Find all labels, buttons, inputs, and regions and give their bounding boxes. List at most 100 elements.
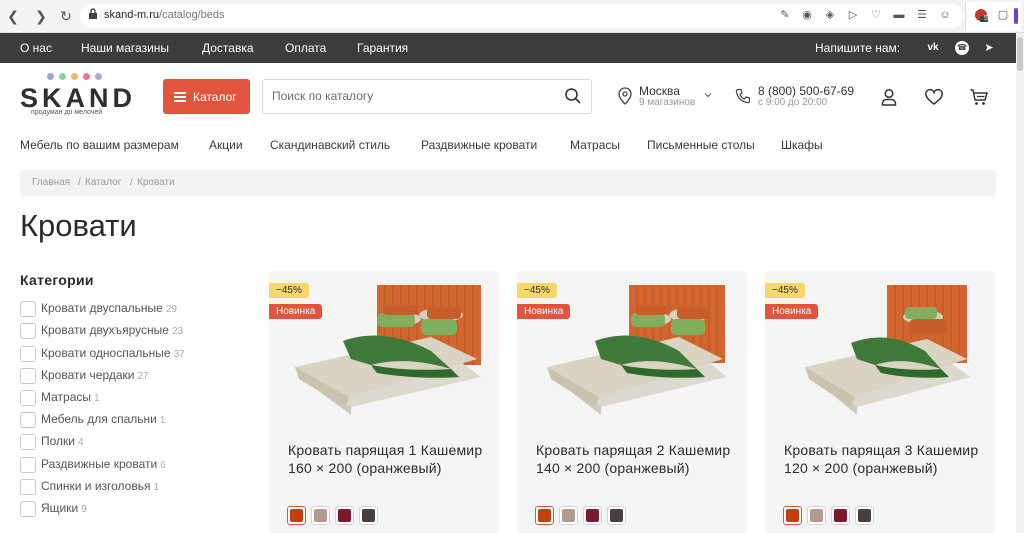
logo-dot (95, 73, 102, 80)
product-card[interactable]: −45% Новинка Кровать парящая 2 Кашемир 1… (517, 271, 747, 533)
checkbox[interactable] (20, 412, 36, 428)
new-badge: Новинка (269, 304, 323, 319)
url-text: skand-m.ru/catalog/beds (104, 9, 225, 21)
phone-icon (735, 88, 751, 104)
swatch-orange[interactable] (287, 506, 306, 525)
nav-desks[interactable]: Письменные столы (647, 138, 755, 152)
forward-icon[interactable]: ❯ (33, 8, 49, 24)
wallet-icon[interactable]: ▬ (892, 8, 906, 22)
swatch-dark-brown[interactable] (359, 506, 378, 525)
nav-mattresses[interactable]: Матрасы (570, 138, 620, 152)
breadcrumb-current: Кровати (137, 177, 175, 188)
logo-tagline: продуман до мелочей (31, 109, 103, 116)
checkbox[interactable] (20, 368, 36, 384)
product-image[interactable] (281, 279, 491, 429)
checkbox[interactable] (20, 457, 36, 473)
swatch-burgundy[interactable] (335, 506, 354, 525)
cube-icon[interactable]: ▢ (996, 8, 1010, 22)
cart-icon[interactable] (969, 87, 989, 107)
new-badge: Новинка (517, 304, 571, 319)
new-badge: Новинка (765, 304, 819, 319)
catalog-button[interactable]: Каталог (163, 79, 250, 114)
swatch-beige[interactable] (807, 506, 826, 525)
breadcrumb-home[interactable]: Главная (32, 177, 70, 188)
checkbox[interactable] (20, 501, 36, 517)
page-title: Кровати (20, 208, 137, 243)
checkbox[interactable] (20, 323, 36, 339)
product-title[interactable]: Кровать парящая 2 Кашемир 140 × 200 (ора… (536, 442, 736, 477)
product-title[interactable]: Кровать парящая 3 Кашемир 120 × 200 (ора… (784, 442, 984, 477)
telegram-icon[interactable]: ➤ (982, 41, 996, 55)
discount-badge: −45% (517, 283, 557, 298)
breadcrumb-catalog[interactable]: Каталог (85, 177, 121, 188)
logo-dot (71, 73, 78, 80)
nav-wardrobes[interactable]: Шкафы (781, 138, 823, 152)
product-image[interactable] (777, 279, 987, 429)
topbar-link-warranty[interactable]: Гарантия (357, 41, 408, 55)
product-card[interactable]: −45% Новинка Кровать парящая 1 Кашемир 1… (269, 271, 499, 533)
whatsapp-icon[interactable]: ☎ (955, 41, 969, 55)
nav-scandinavian[interactable]: Скандинавский стиль (270, 138, 390, 152)
phone-number[interactable]: 8 (800) 500-67-69 (758, 84, 854, 98)
checkbox[interactable] (20, 346, 36, 362)
swatch-beige[interactable] (559, 506, 578, 525)
breadcrumb-sep: / (130, 177, 133, 188)
swatch-orange[interactable] (535, 506, 554, 525)
send-icon[interactable]: ▷ (846, 8, 860, 22)
search-box (262, 79, 592, 114)
swatch-beige[interactable] (311, 506, 330, 525)
search-input[interactable] (272, 89, 552, 103)
menu-list-icon[interactable]: ☰ (915, 8, 929, 22)
shield-icon[interactable]: ◈ (823, 8, 837, 22)
scrollbar-thumb[interactable] (1017, 37, 1023, 71)
swatch-burgundy[interactable] (831, 506, 850, 525)
heart-icon[interactable]: ♡ (869, 8, 883, 22)
swatch-dark-brown[interactable] (855, 506, 874, 525)
breadcrumb-sep: / (78, 177, 81, 188)
extension-count: 5 (984, 15, 988, 22)
nav-custom-size[interactable]: Мебель по вашим размерам (20, 138, 179, 152)
search-icon[interactable] (564, 87, 582, 105)
scrollbar[interactable] (1016, 33, 1024, 533)
burger-icon (174, 92, 186, 102)
profile-icon[interactable]: ☺ (938, 8, 952, 22)
topbar-link-payment[interactable]: Оплата (285, 41, 326, 55)
location-pin-icon (618, 87, 632, 105)
logo-dot (59, 73, 66, 80)
chevron-down-icon[interactable] (704, 91, 712, 99)
browser-toolbar: ❮ ❯ ↻ skand-m.ru/catalog/beds ✎ ◉ ◈ ▷ ♡ … (0, 0, 1024, 33)
nav-sliding-beds[interactable]: Раздвижные кровати (421, 138, 537, 152)
checkbox[interactable] (20, 301, 36, 317)
breadcrumb: Главная / Каталог / Кровати (20, 170, 996, 196)
reload-icon[interactable]: ↻ (58, 8, 74, 24)
logo-dot (47, 73, 54, 80)
topbar-link-about[interactable]: О нас (20, 41, 52, 55)
sidebar-toggle[interactable] (1014, 8, 1018, 24)
city-store-count: 9 магазинов (639, 97, 696, 108)
camera-icon[interactable]: ◉ (800, 8, 814, 22)
topbar-link-delivery[interactable]: Доставка (202, 41, 254, 55)
edit-icon[interactable]: ✎ (778, 8, 792, 22)
extensions-area: 5 ▢ (965, 2, 1021, 31)
checkbox[interactable] (20, 390, 36, 406)
site-info-icon[interactable] (86, 8, 100, 22)
favorites-heart-icon[interactable] (924, 87, 944, 107)
discount-badge: −45% (765, 283, 805, 298)
city-selector[interactable]: Москва (639, 84, 680, 98)
back-icon[interactable]: ❮ (5, 8, 21, 24)
swatch-orange[interactable] (783, 506, 802, 525)
checkbox[interactable] (20, 434, 36, 450)
checkbox[interactable] (20, 479, 36, 495)
swatch-burgundy[interactable] (583, 506, 602, 525)
product-title[interactable]: Кровать парящая 1 Кашемир 160 × 200 (ора… (288, 442, 488, 477)
swatch-dark-brown[interactable] (607, 506, 626, 525)
catalog-button-label: Каталог (193, 90, 237, 104)
sidebar-title: Категории (20, 272, 94, 288)
vk-icon[interactable]: vk (926, 41, 940, 55)
product-image[interactable] (529, 279, 739, 429)
topbar-link-stores[interactable]: Наши магазины (81, 41, 169, 55)
nav-sales[interactable]: Акции (209, 138, 243, 152)
write-us-label: Напишите нам: (815, 41, 901, 55)
account-icon[interactable] (879, 87, 899, 107)
product-card[interactable]: −45% Новинка Кровать парящая 3 Кашемир 1… (765, 271, 995, 533)
